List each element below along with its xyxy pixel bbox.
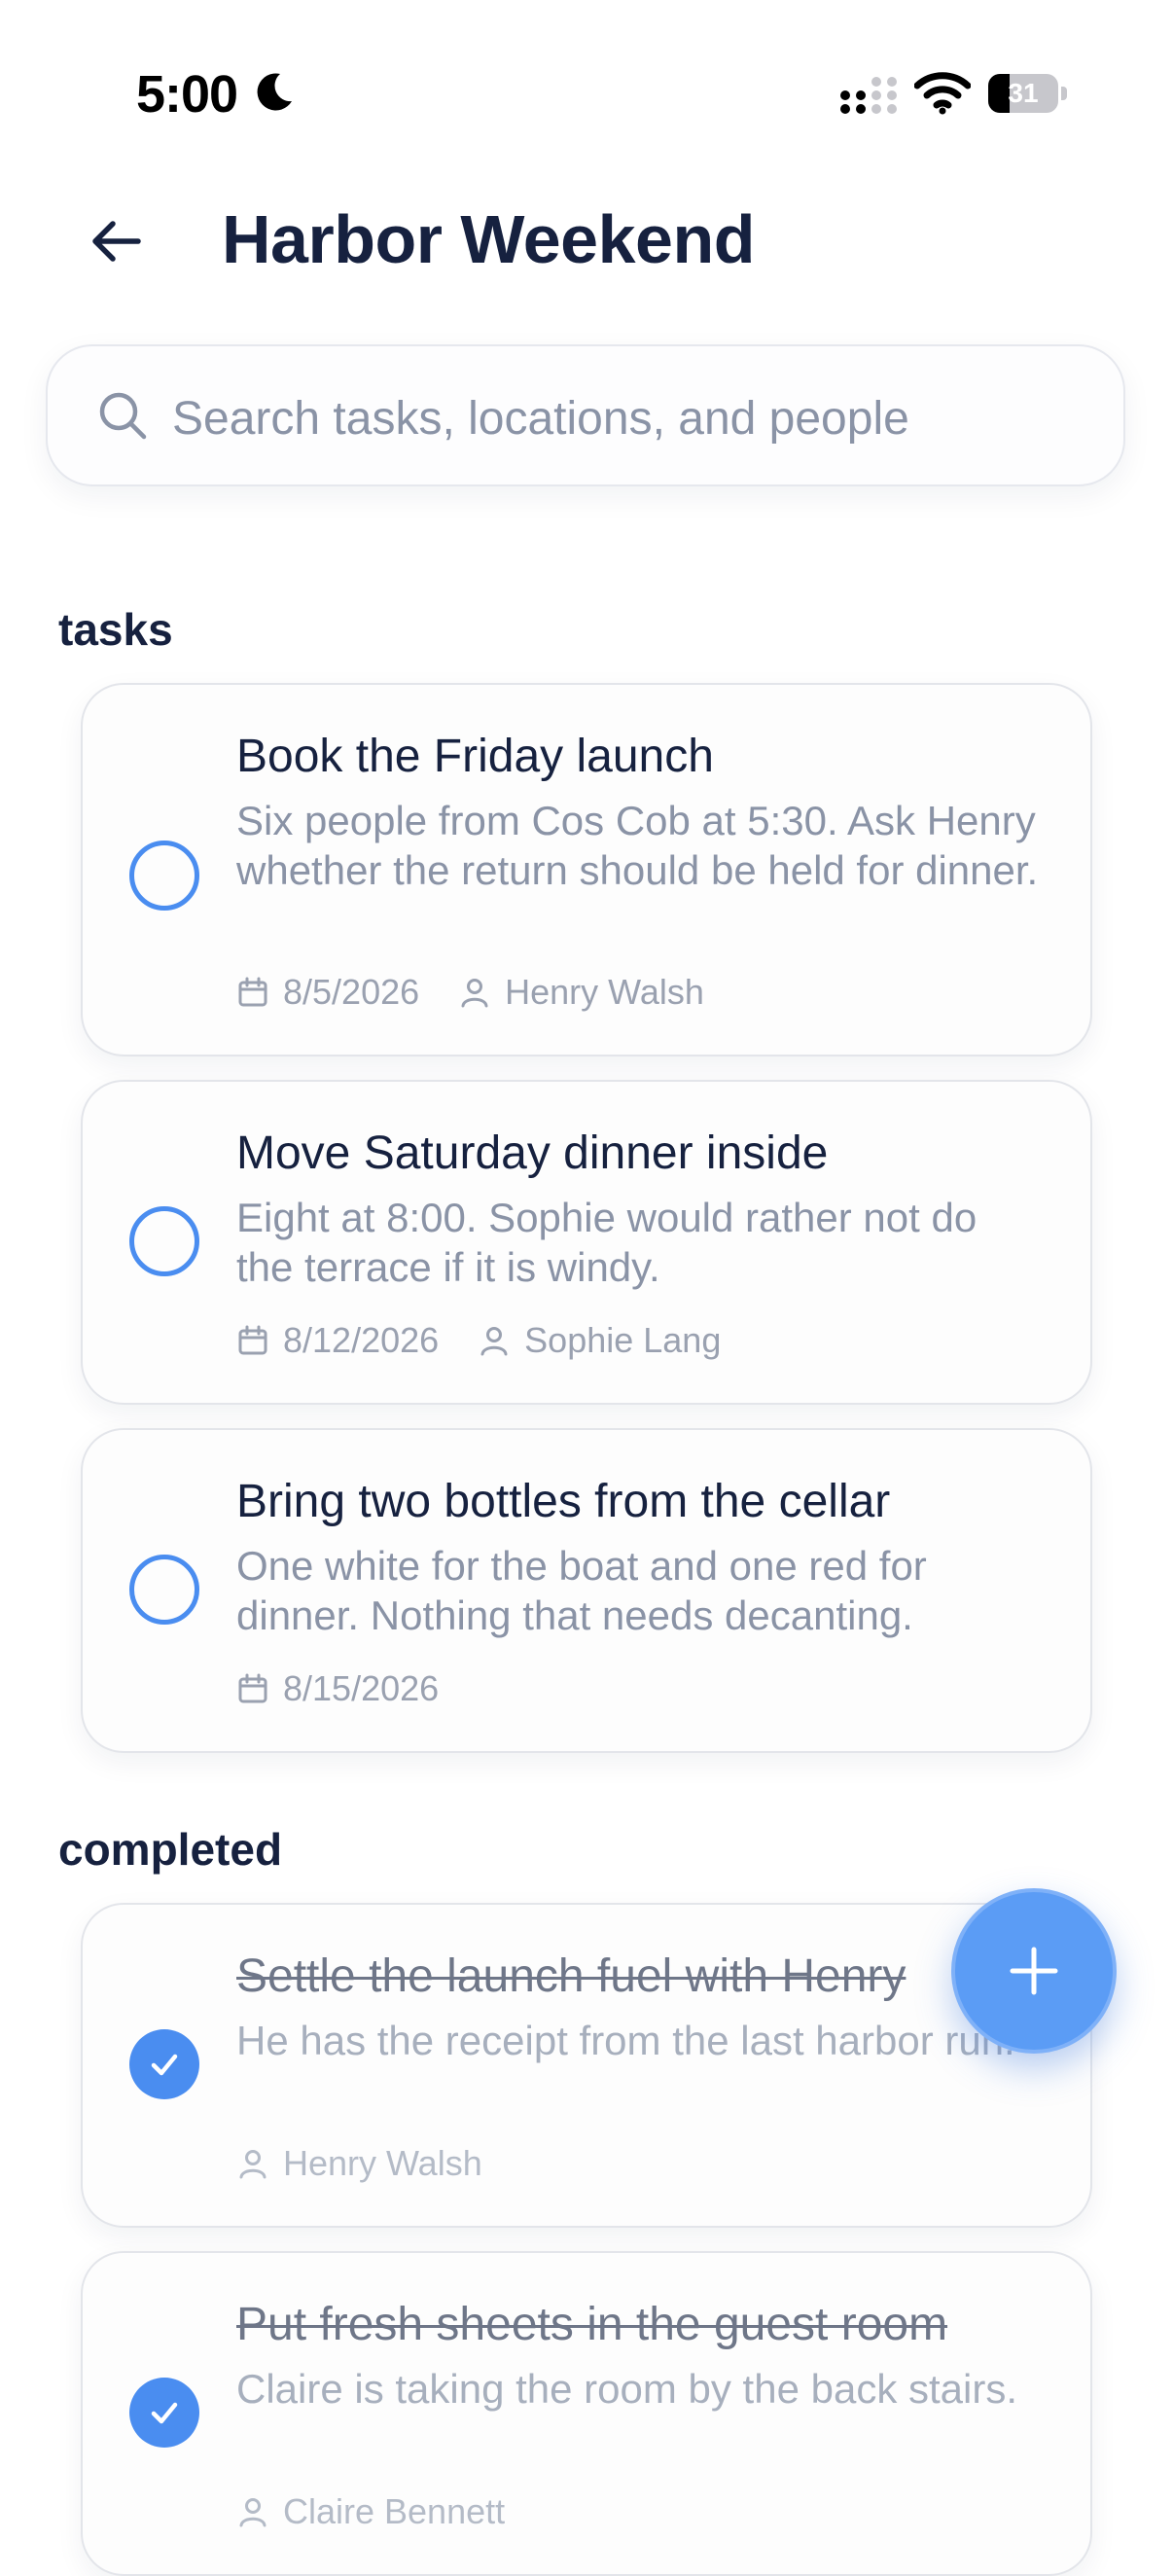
status-time: 5:00 (136, 65, 238, 124)
page-title: Harbor Weekend (222, 201, 755, 277)
section-header-tasks: tasks (58, 604, 173, 655)
plus-icon (1010, 1947, 1058, 1995)
back-button[interactable] (78, 202, 156, 280)
battery-icon: 31 (988, 74, 1058, 113)
task-checkbox[interactable] (129, 1555, 199, 1625)
task-assignee: Henry Walsh (505, 972, 704, 1012)
task-card-completed[interactable]: Settle the launch fuel with Henry He has… (81, 1903, 1092, 2228)
task-checkbox-checked[interactable] (129, 2378, 199, 2448)
search-icon (99, 392, 147, 440)
task-meta: 8/12/2026 Sophie Lang (236, 1319, 721, 1362)
task-card[interactable]: Bring two bottles from the cellar One wh… (81, 1428, 1092, 1753)
task-title: Bring two bottles from the cellar (236, 1476, 891, 1527)
task-assignee: Sophie Lang (524, 1320, 722, 1360)
task-title: Put fresh sheets in the guest room (236, 2299, 948, 2350)
cellular-signal-icon (840, 77, 897, 114)
status-bar: 5:00 31 (0, 0, 1173, 165)
task-card[interactable]: Move Saturday dinner inside Eight at 8:0… (81, 1080, 1092, 1405)
task-description: One white for the boat and one red for d… (236, 1543, 927, 1638)
task-meta: Claire Bennett (236, 2490, 505, 2533)
task-card[interactable]: Book the Friday launch Six people from C… (81, 683, 1092, 1056)
task-meta: 8/15/2026 (236, 1667, 439, 1710)
calendar-icon (238, 1325, 267, 1355)
task-title: Settle the launch fuel with Henry (236, 1950, 906, 2002)
check-icon (151, 2054, 178, 2076)
add-task-button[interactable] (951, 1888, 1117, 2054)
task-checkbox-checked[interactable] (129, 2029, 199, 2099)
task-description: Eight at 8:00. Sophie would rather not d… (236, 1195, 978, 1290)
calendar-icon (238, 1673, 267, 1703)
task-description: Six people from Cos Cob at 5:30. Ask Hen… (236, 798, 1039, 893)
task-description: Claire is taking the room by the back st… (236, 2366, 1018, 2412)
task-title: Book the Friday launch (236, 731, 714, 782)
task-title: Move Saturday dinner inside (236, 1127, 829, 1179)
calendar-icon (238, 977, 267, 1007)
search-input[interactable] (170, 376, 1088, 461)
task-date: 8/5/2026 (283, 972, 420, 1012)
task-card-completed[interactable]: Put fresh sheets in the guest room Clair… (81, 2251, 1092, 2576)
section-header-completed: completed (58, 1824, 283, 1875)
person-icon (239, 2498, 267, 2527)
task-checkbox[interactable] (129, 841, 199, 911)
check-icon (151, 2402, 178, 2424)
search-bar[interactable] (46, 344, 1125, 486)
task-description: He has the receipt from the last harbor … (236, 2018, 1015, 2063)
battery-indicator: 31 (988, 74, 1068, 115)
task-checkbox[interactable] (129, 1206, 199, 1276)
task-date: 8/15/2026 (283, 1668, 440, 1708)
task-meta: Henry Walsh (236, 2142, 482, 2185)
task-date: 8/12/2026 (283, 1320, 440, 1360)
battery-tip (1061, 87, 1067, 100)
arrow-left-icon (92, 221, 141, 262)
person-icon (239, 2150, 267, 2179)
task-assignee: Claire Bennett (283, 2491, 506, 2531)
person-icon (480, 1327, 508, 1356)
moon-icon (257, 73, 292, 111)
task-assignee: Henry Walsh (283, 2143, 482, 2183)
person-icon (461, 979, 488, 1008)
battery-level: 31 (1008, 78, 1039, 108)
wifi-icon (914, 72, 971, 115)
task-meta: 8/5/2026 Henry Walsh (236, 971, 704, 1014)
